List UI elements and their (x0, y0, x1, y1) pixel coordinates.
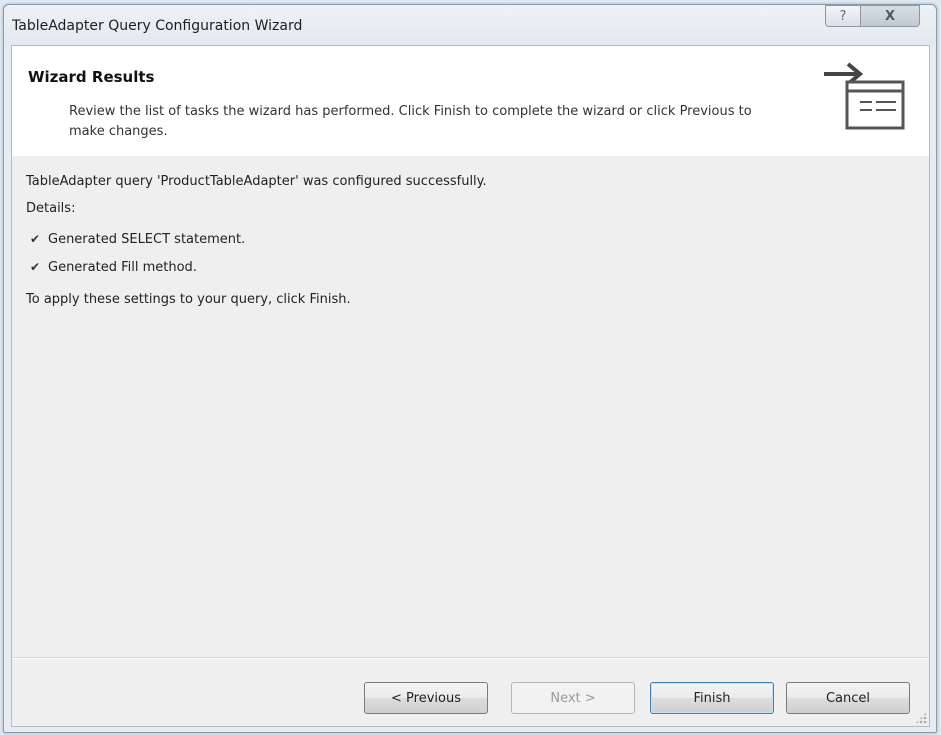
wizard-client-area: Wizard Results Review the list of tasks … (11, 45, 930, 727)
footer-divider (12, 657, 929, 659)
cancel-button[interactable]: Cancel (786, 682, 910, 714)
checkmark-icon: ✔ (30, 232, 41, 246)
task-label: Generated SELECT statement. (48, 232, 246, 247)
wizard-header: Wizard Results Review the list of tasks … (12, 46, 929, 156)
title-bar[interactable]: TableAdapter Query Configuration Wizard … (4, 5, 936, 45)
previous-button[interactable]: < Previous (364, 682, 488, 714)
next-button[interactable]: Next > (511, 682, 635, 714)
help-button[interactable]: ? (825, 5, 861, 27)
page-title: Wizard Results (28, 68, 155, 86)
wizard-arrow-list-icon (824, 62, 905, 130)
page-description: Review the list of tasks the wizard has … (69, 104, 752, 139)
task-item: ✔ Generated Fill method. (30, 260, 197, 275)
window-title: TableAdapter Query Configuration Wizard (12, 18, 303, 34)
details-label: Details: (26, 201, 76, 216)
close-icon: X (884, 8, 896, 24)
close-button[interactable]: X (860, 5, 920, 27)
results-panel: TableAdapter query 'ProductTableAdapter'… (12, 156, 929, 644)
checkmark-icon: ✔ (30, 260, 41, 274)
finish-button[interactable]: Finish (650, 682, 774, 714)
resize-grip[interactable] (915, 712, 927, 724)
task-label: Generated Fill method. (48, 260, 197, 275)
wizard-dialog: TableAdapter Query Configuration Wizard … (3, 4, 937, 733)
status-message: TableAdapter query 'ProductTableAdapter'… (26, 174, 487, 189)
help-icon: ? (839, 8, 847, 24)
apply-instructions: To apply these settings to your query, c… (26, 292, 351, 307)
task-item: ✔ Generated SELECT statement. (30, 232, 245, 247)
